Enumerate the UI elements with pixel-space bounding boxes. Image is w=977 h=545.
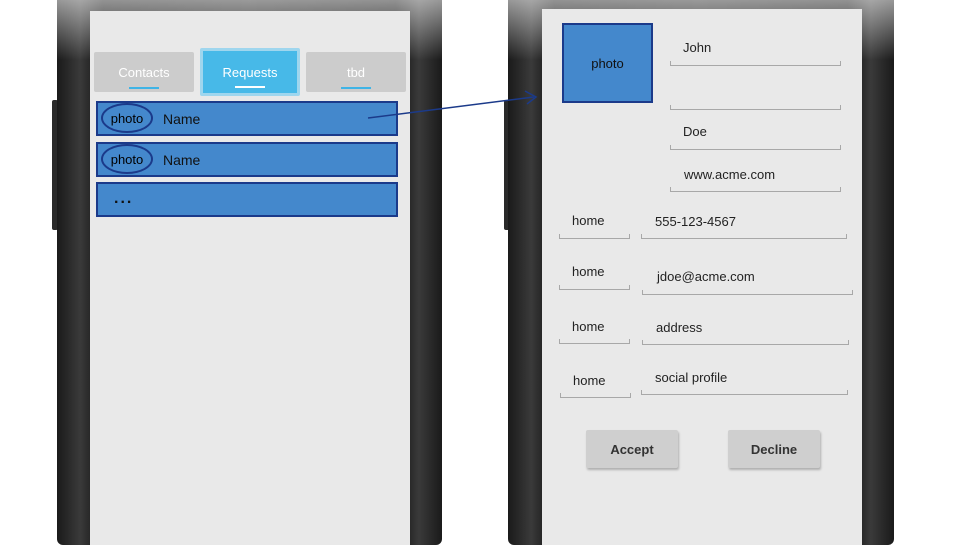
accept-button[interactable]: Accept <box>586 430 678 468</box>
address-type-select[interactable]: home <box>572 319 605 334</box>
phone-underline <box>641 234 847 239</box>
contact-photo[interactable]: photo <box>562 23 653 103</box>
website-underline <box>670 187 841 192</box>
address-underline <box>642 340 849 345</box>
phone-field[interactable]: 555-123-4567 <box>655 214 736 229</box>
social-profile-underline <box>641 390 848 395</box>
website-field[interactable]: www.acme.com <box>684 167 775 182</box>
arrow-right-icon <box>367 90 538 119</box>
middle-name-underline <box>670 105 841 110</box>
first-name-field[interactable]: John <box>683 40 711 55</box>
social-type-underline <box>560 393 631 398</box>
phone-type-select[interactable]: home <box>572 213 605 228</box>
email-type-underline <box>559 285 630 290</box>
address-field[interactable]: address <box>656 320 702 335</box>
social-profile-field[interactable]: social profile <box>655 370 727 385</box>
first-name-underline <box>670 61 841 66</box>
address-type-underline <box>559 339 630 344</box>
last-name-field[interactable]: Doe <box>683 124 707 139</box>
email-field[interactable]: jdoe@acme.com <box>657 269 755 284</box>
social-type-select[interactable]: home <box>573 373 606 388</box>
decline-button[interactable]: Decline <box>728 430 820 468</box>
email-underline <box>642 290 853 295</box>
phone-type-underline <box>559 234 630 239</box>
last-name-underline <box>670 145 841 150</box>
email-type-select[interactable]: home <box>572 264 605 279</box>
